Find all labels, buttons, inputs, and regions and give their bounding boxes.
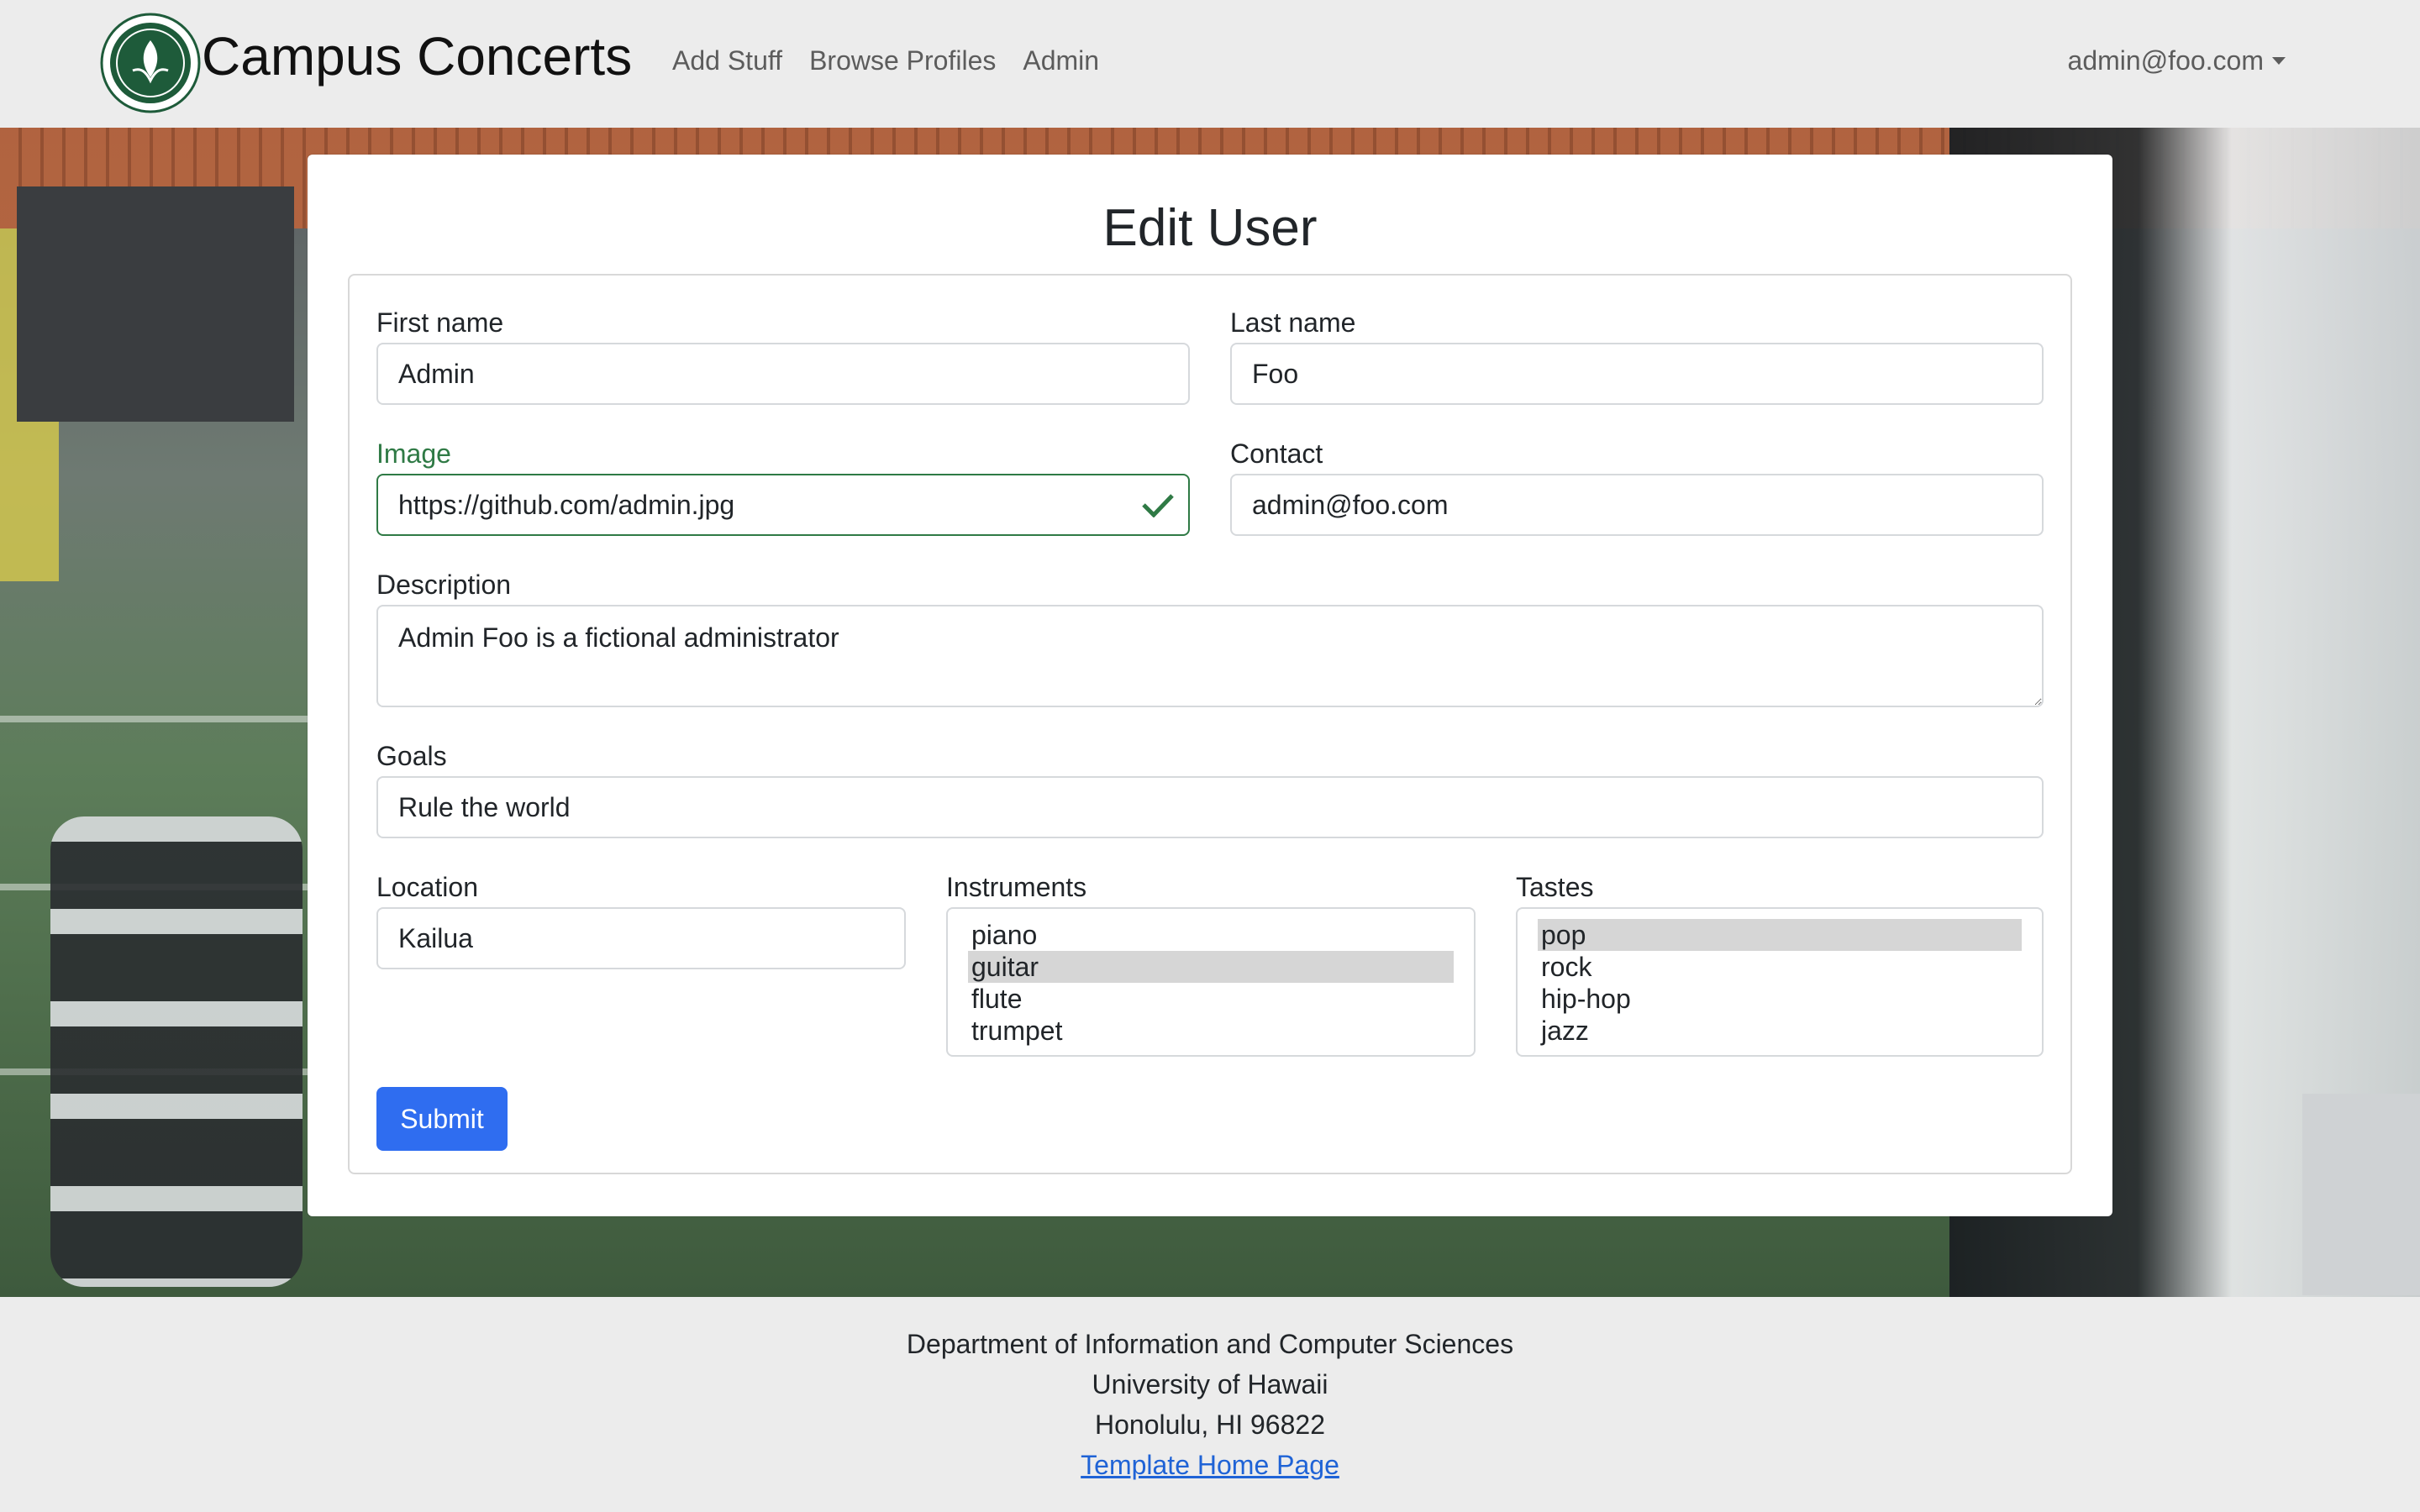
checkmark-icon: [1142, 494, 1174, 517]
goals-input[interactable]: [376, 776, 2044, 838]
form-panel: First name Last name Image Contact Descr…: [348, 274, 2072, 1174]
marching-drum: [2302, 1094, 2420, 1295]
description-label: Description: [376, 570, 512, 600]
nav-admin[interactable]: Admin: [1023, 45, 1099, 76]
caret-down-icon: [2272, 57, 2286, 65]
scoreboard-sign: [17, 186, 294, 422]
nav-add-stuff[interactable]: Add Stuff: [672, 45, 782, 76]
contact-input[interactable]: [1230, 474, 2044, 536]
tastes-label: Tastes: [1516, 872, 1594, 902]
nav-browse-profiles[interactable]: Browse Profiles: [809, 45, 996, 76]
tastes-listbox[interactable]: pop rock hip-hop jazz: [1516, 907, 2044, 1057]
submit-button[interactable]: Submit: [376, 1087, 508, 1151]
taste-option-pop[interactable]: pop: [1538, 919, 2022, 951]
page-title: Edit User: [1102, 199, 1318, 257]
user-menu-dropdown[interactable]: admin@foo.com: [2068, 45, 2286, 76]
location-input[interactable]: [376, 907, 906, 969]
taste-option-jazz[interactable]: jazz: [1538, 1015, 2022, 1047]
nav-links: Add Stuff Browse Profiles Admin: [672, 45, 1099, 76]
first-name-input[interactable]: [376, 343, 1190, 405]
contact-label: Contact: [1230, 438, 1323, 469]
user-email: admin@foo.com: [2067, 45, 2264, 76]
footer-address: Honolulu, HI 96822: [1095, 1410, 1325, 1440]
location-label: Location: [376, 872, 478, 902]
footer: Department of Information and Computer S…: [0, 1297, 2420, 1512]
instrument-option-trumpet[interactable]: trumpet: [968, 1015, 1454, 1047]
taste-option-rock[interactable]: rock: [1538, 951, 2022, 983]
university-seal-logo[interactable]: [99, 12, 202, 114]
instruments-label: Instruments: [946, 872, 1087, 902]
edit-user-card: Edit User First name Last name Image Con…: [308, 155, 2112, 1216]
footer-department: Department of Information and Computer S…: [906, 1329, 1514, 1359]
goals-label: Goals: [376, 741, 447, 771]
instrument-option-piano[interactable]: piano: [968, 919, 1454, 951]
template-home-link[interactable]: Template Home Page: [1081, 1450, 1339, 1480]
image-field-wrapper: [376, 474, 1190, 536]
description-textarea[interactable]: Admin Foo is a fictional administrator: [376, 605, 2044, 707]
navbar: Campus Concerts Add Stuff Browse Profile…: [0, 0, 2420, 128]
first-name-label: First name: [376, 307, 504, 338]
footer-university: University of Hawaii: [1092, 1369, 1328, 1399]
brand-title[interactable]: Campus Concerts: [202, 25, 632, 87]
taste-option-hip-hop[interactable]: hip-hop: [1538, 983, 2022, 1015]
instrument-option-flute[interactable]: flute: [968, 983, 1454, 1015]
image-input[interactable]: [376, 474, 1190, 536]
last-name-input[interactable]: [1230, 343, 2044, 405]
last-name-label: Last name: [1230, 307, 1356, 338]
instrument-option-guitar[interactable]: guitar: [968, 951, 1454, 983]
instruments-listbox[interactable]: piano guitar flute trumpet: [946, 907, 1476, 1057]
marching-drums: [50, 816, 302, 1287]
image-label: Image: [376, 438, 451, 469]
